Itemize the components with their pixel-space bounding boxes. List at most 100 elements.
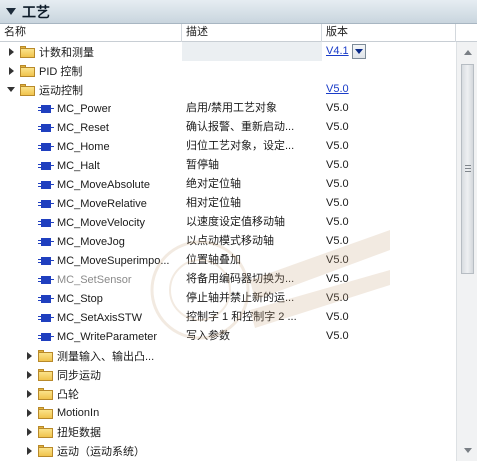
name-cell: MotionIn	[0, 403, 182, 422]
instruction-icon	[38, 332, 54, 342]
version-cell: V5.0	[322, 308, 456, 327]
version-cell	[322, 441, 456, 460]
description-cell: 控制字 1 和控制字 2 ...	[186, 311, 297, 323]
scroll-down-icon[interactable]	[460, 443, 475, 458]
column-header-name[interactable]: 名称	[0, 24, 182, 42]
version-cell	[322, 61, 456, 80]
tree-row[interactable]: MC_Home 归位工艺对象，设定... V5.0	[0, 137, 456, 156]
expand-down-icon[interactable]	[6, 85, 16, 95]
row-name-label: MotionIn	[57, 406, 100, 419]
tree-row[interactable]: 同步运动	[0, 365, 456, 384]
tree-row[interactable]: MC_WriteParameter 写入参数 V5.0	[0, 327, 456, 346]
tree-row[interactable]: 凸轮	[0, 384, 456, 403]
folder-icon	[38, 368, 53, 381]
description-cell	[182, 346, 322, 365]
tree-row[interactable]: MC_MoveSuperimpo... 位置轴叠加 V5.0	[0, 251, 456, 270]
version-cell: V5.0	[322, 80, 456, 99]
scrollbar-thumb[interactable]	[461, 64, 474, 274]
instruction-icon	[38, 218, 54, 228]
version-cell	[322, 403, 456, 422]
row-name-label: MC_MoveRelative	[57, 197, 147, 210]
folder-icon	[38, 387, 53, 400]
version-link[interactable]: V5.0	[326, 80, 349, 99]
version-text: V5.0	[326, 330, 349, 342]
description-cell	[182, 365, 322, 384]
tree-row[interactable]: PID 控制	[0, 61, 456, 80]
tree-row[interactable]: MC_MoveJog 以点动模式移动轴 V5.0	[0, 232, 456, 251]
name-cell: MC_MoveAbsolute	[0, 175, 182, 194]
version-text: V5.0	[326, 140, 349, 152]
version-cell	[322, 365, 456, 384]
instruction-icon	[38, 275, 54, 285]
description-cell: 相对定位轴	[186, 197, 241, 209]
version-link[interactable]: V4.1	[326, 42, 349, 61]
name-cell: 计数和测量	[0, 42, 182, 61]
row-name-label: MC_Reset	[57, 121, 109, 134]
instruction-icon	[38, 199, 54, 209]
version-text: V5.0	[326, 216, 349, 228]
row-name-label: MC_SetAxisSTW	[57, 311, 142, 324]
tree-row[interactable]: MC_Reset 确认报警、重新启动... V5.0	[0, 118, 456, 137]
version-cell: V5.0	[322, 270, 456, 289]
tree-row[interactable]: MC_Stop 停止轴并禁止新的运... V5.0	[0, 289, 456, 308]
tree-row[interactable]: MC_MoveVelocity 以速度设定值移动轴 V5.0	[0, 213, 456, 232]
row-name-label: 同步运动	[57, 369, 101, 382]
version-cell: V5.0	[322, 213, 456, 232]
description-cell: 归位工艺对象，设定...	[186, 140, 295, 152]
tree-row[interactable]: MC_MoveRelative 相对定位轴 V5.0	[0, 194, 456, 213]
vertical-scrollbar[interactable]	[456, 42, 477, 461]
instruction-icon	[38, 142, 54, 152]
tree-row[interactable]: MC_SetSensor 将备用编码器切换为... V5.0	[0, 270, 456, 289]
version-text: V5.0	[326, 197, 349, 209]
tree-row[interactable]: 运动（运动系统）	[0, 441, 456, 460]
tree-row[interactable]: 测量输入、输出凸...	[0, 346, 456, 365]
description-cell	[182, 441, 322, 460]
tree-row[interactable]: MC_MoveAbsolute 绝对定位轴 V5.0	[0, 175, 456, 194]
expand-right-icon[interactable]	[24, 446, 34, 456]
version-cell	[322, 422, 456, 441]
column-header-version[interactable]: 版本	[322, 24, 456, 42]
tree-row[interactable]: MotionIn	[0, 403, 456, 422]
name-cell: 运动（运动系统）	[0, 441, 182, 460]
name-cell: MC_Power	[0, 99, 182, 118]
version-cell: V5.0	[322, 156, 456, 175]
version-text: V5.0	[326, 178, 349, 190]
tree-row[interactable]: MC_Power 启用/禁用工艺对象 V5.0	[0, 99, 456, 118]
version-cell: V5.0	[322, 194, 456, 213]
description-cell: 以速度设定值移动轴	[186, 216, 285, 228]
folder-icon	[38, 406, 53, 419]
panel-header[interactable]: 工艺	[0, 0, 477, 24]
collapse-arrow-icon[interactable]	[6, 8, 16, 15]
tree-row[interactable]: 扭矩数据	[0, 422, 456, 441]
version-dropdown-icon[interactable]	[351, 44, 366, 59]
instruction-icon	[38, 256, 54, 266]
name-cell: MC_WriteParameter	[0, 327, 182, 346]
scroll-up-icon[interactable]	[460, 45, 475, 60]
row-name-label: MC_SetSensor	[57, 273, 132, 286]
expand-right-icon[interactable]	[6, 47, 16, 57]
instruction-icon	[38, 313, 54, 323]
description-cell: 暂停轴	[186, 159, 219, 171]
column-header-row: 名称 描述 版本	[0, 24, 477, 42]
name-cell: MC_Reset	[0, 118, 182, 137]
description-cell: 以点动模式移动轴	[186, 235, 274, 247]
tree-row[interactable]: MC_Halt 暂停轴 V5.0	[0, 156, 456, 175]
column-header-description[interactable]: 描述	[182, 24, 322, 42]
expand-right-icon[interactable]	[6, 66, 16, 76]
tree-row[interactable]: 运动控制 V5.0	[0, 80, 456, 99]
expand-right-icon[interactable]	[24, 408, 34, 418]
name-cell: 测量输入、输出凸...	[0, 346, 182, 365]
instruction-icon	[38, 123, 54, 133]
tree-row[interactable]: MC_SetAxisSTW 控制字 1 和控制字 2 ... V5.0	[0, 308, 456, 327]
description-cell	[182, 384, 322, 403]
version-cell[interactable]: V4.1	[322, 42, 456, 61]
description-cell	[182, 61, 322, 80]
row-name-label: PID 控制	[39, 65, 83, 78]
tree-row[interactable]: 计数和测量 V4.1	[0, 42, 456, 61]
expand-right-icon[interactable]	[24, 389, 34, 399]
expand-right-icon[interactable]	[24, 351, 34, 361]
expand-right-icon[interactable]	[24, 370, 34, 380]
version-text: V5.0	[326, 102, 349, 114]
version-cell	[322, 384, 456, 403]
expand-right-icon[interactable]	[24, 427, 34, 437]
